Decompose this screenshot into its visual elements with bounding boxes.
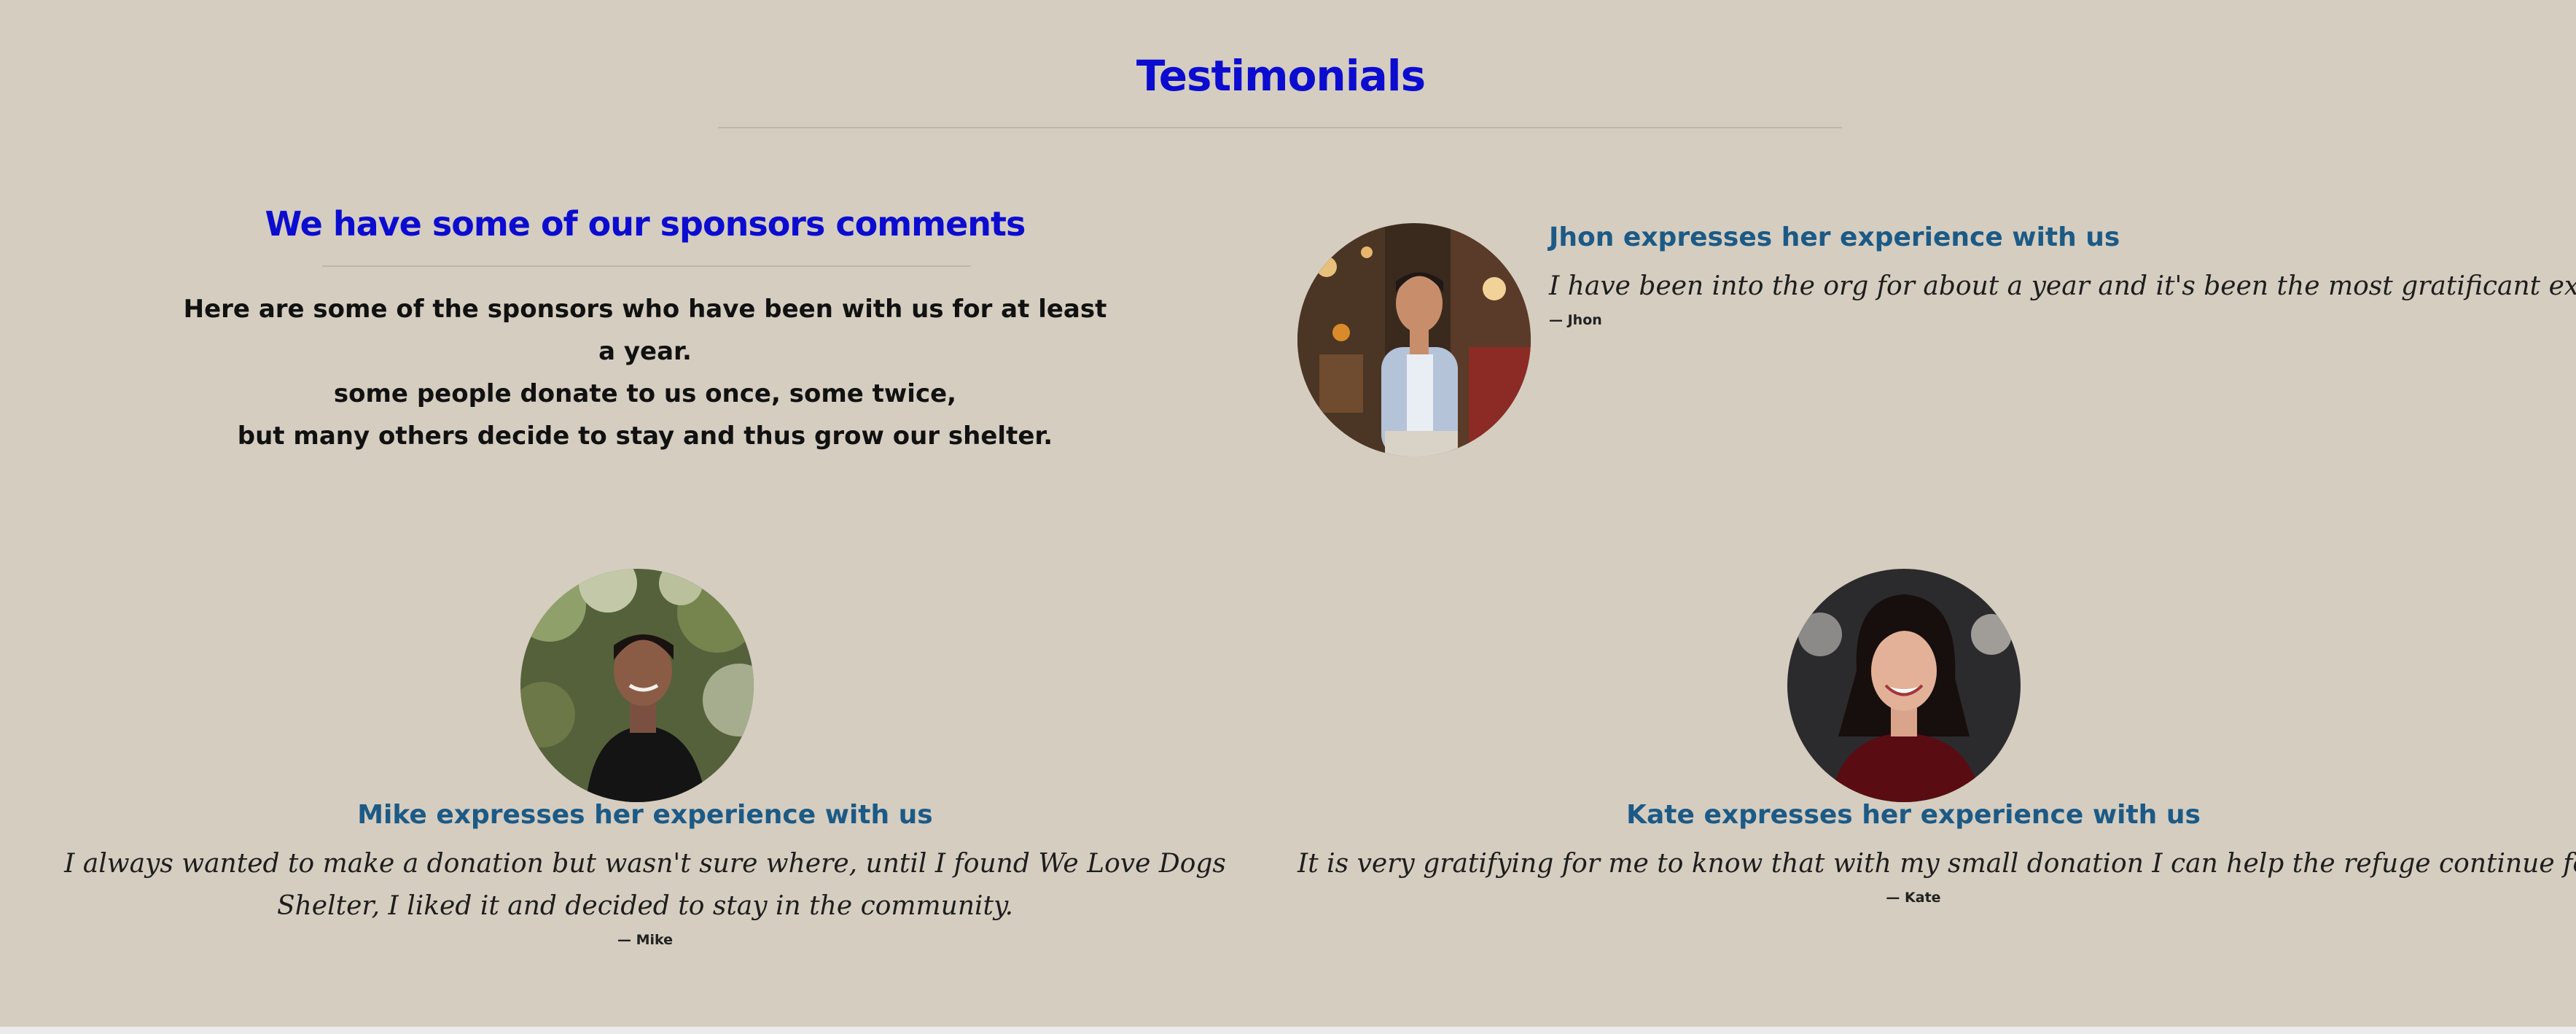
intro-line-3: but many others decide to stay and thus … [237,421,1053,451]
testimonial-quote: I always wanted to make a donation but w… [64,849,1226,921]
title-divider [718,127,1842,128]
testimonial-author: — Kate [1886,890,1941,906]
intro-text: Here are some of the sponsors who have b… [175,288,1115,457]
testimonial-author: — Mike [617,932,674,948]
photo-man-in-restaurant-icon [1297,223,1531,456]
testimonial-heading: Kate expresses her experience with us [1626,800,2201,830]
testimonial-author: — Jhon [1549,312,1602,328]
page-title: Testimonials [1136,51,1426,101]
photo-man-in-garden-icon [520,569,754,802]
avatar-jhon [1297,223,1531,456]
intro-line-2: some people donate to us once, some twic… [333,379,957,408]
testimonial-heading: Jhon expresses her experience with us [1549,222,2120,252]
photo-smiling-woman-icon [1787,569,2021,802]
bottom-strip [0,1027,2576,1034]
testimonial-quote: I have been into the org for about a yea… [1549,271,2576,301]
intro-title: We have some of our sponsors comments [265,204,1026,244]
avatar-mike [520,569,754,802]
avatar-kate [1787,569,2021,802]
intro-divider [322,265,971,267]
testimonial-heading: Mike expresses her experience with us [357,800,933,830]
testimonial-quote: It is very gratifying for me to know tha… [1297,849,2576,879]
intro-line-1: Here are some of the sponsors who have b… [183,295,1107,366]
